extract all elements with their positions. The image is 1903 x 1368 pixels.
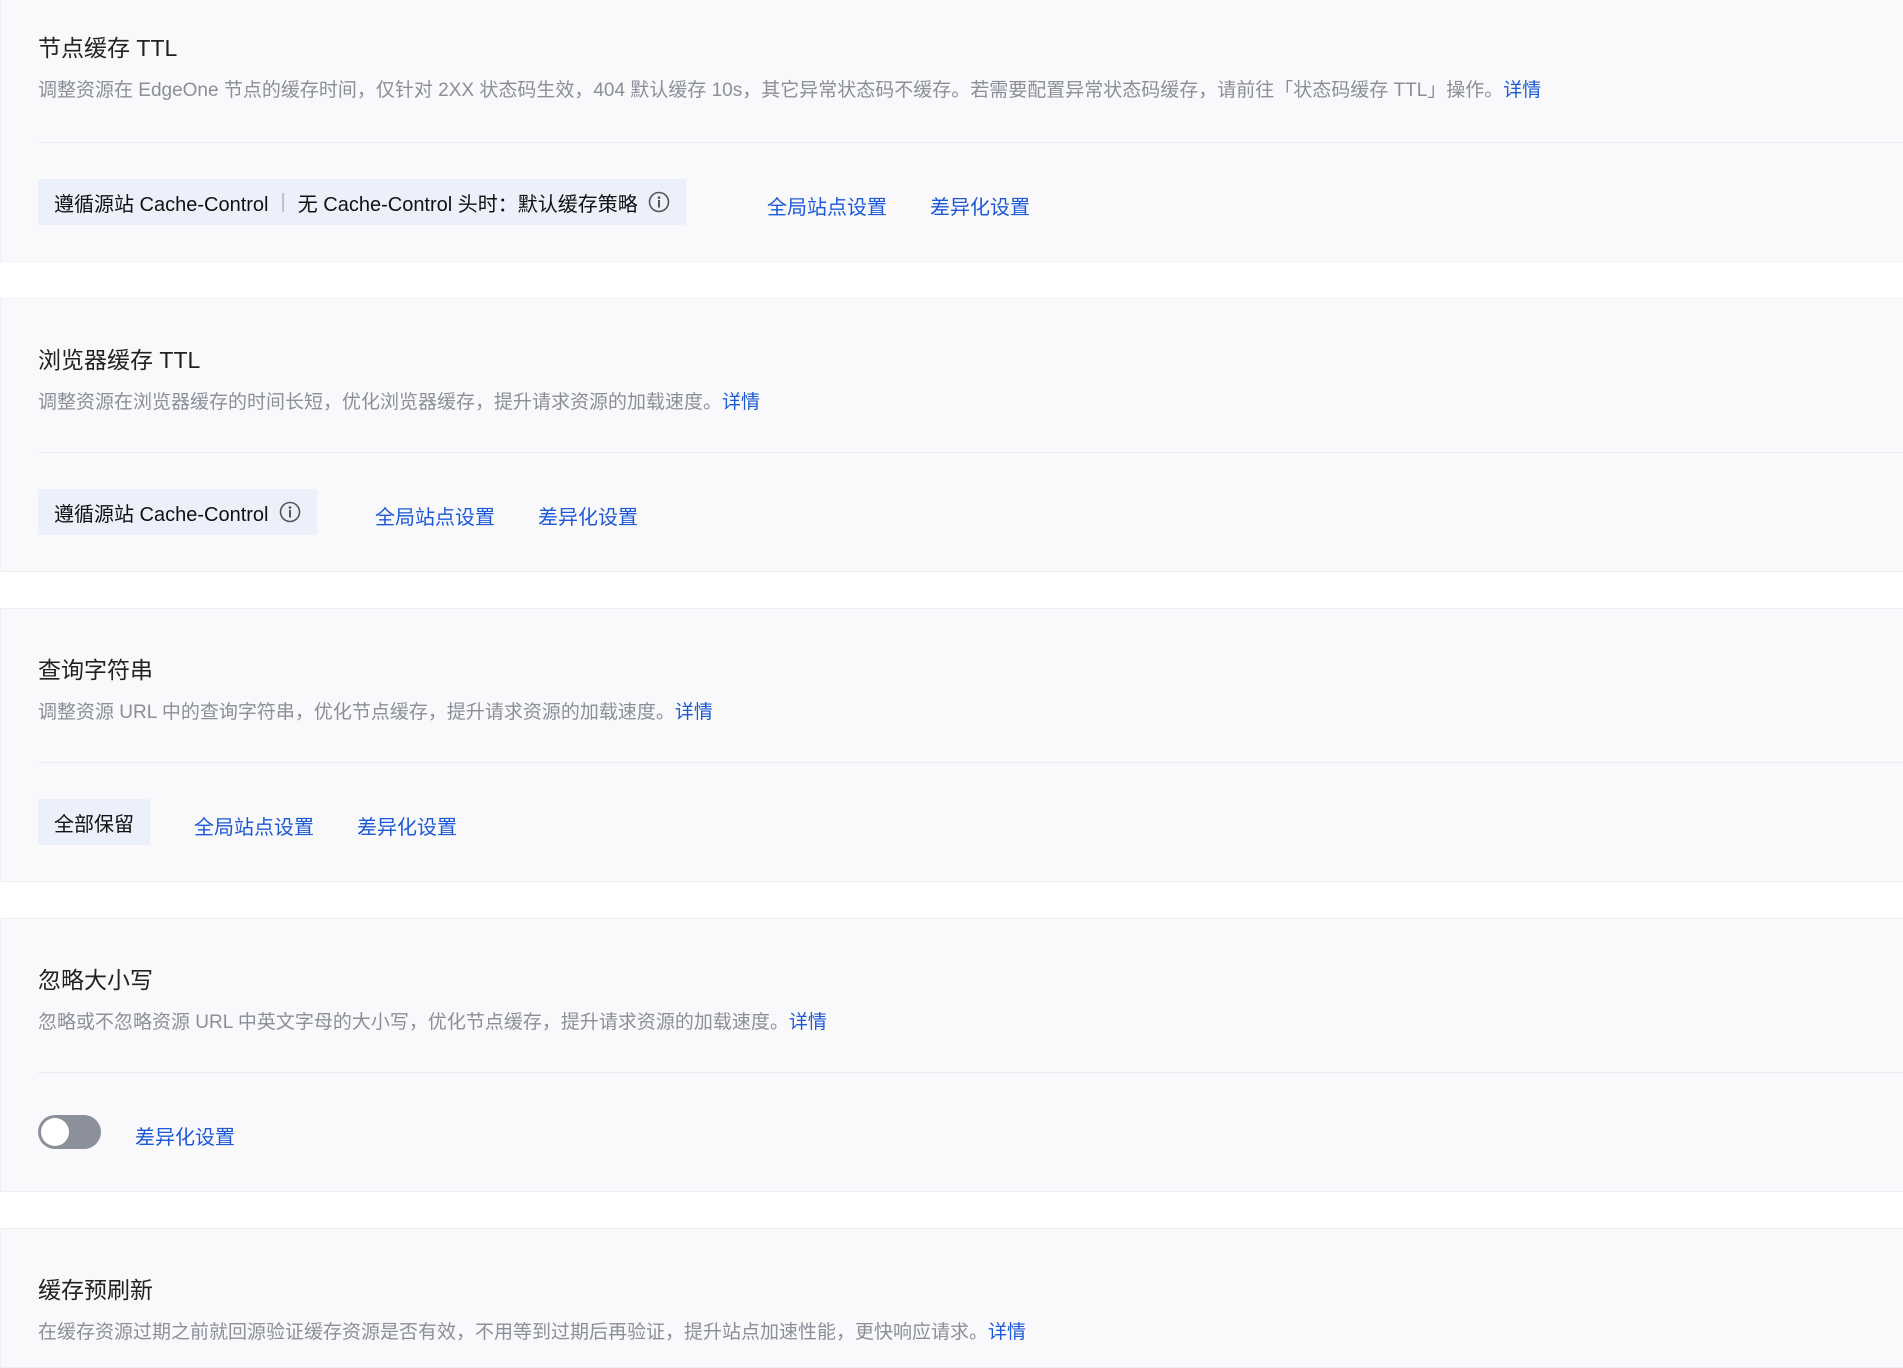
cache-prefresh-title: 缓存预刷新 xyxy=(38,1277,153,1303)
browser-cache-ttl-status-tag: 遵循源站 Cache-Control xyxy=(38,489,317,535)
node-cache-ttl-status-tag: 遵循源站 Cache-Control | 无 Cache-Control 头时：… xyxy=(38,179,686,225)
browser-cache-ttl-desc: 调整资源在浏览器缓存的时间长短，优化浏览器缓存，提升请求资源的加载速度。详情 xyxy=(38,387,760,414)
query-string-desc-text: 调整资源 URL 中的查询字符串，优化节点缓存，提升请求资源的加载速度。 xyxy=(38,702,675,723)
browser-cache-ttl-title: 浏览器缓存 TTL xyxy=(38,347,201,373)
node-cache-ttl-tag-main: 遵循源站 Cache-Control xyxy=(54,193,269,216)
node-cache-ttl-desc-text: 调整资源在 EdgeOne 节点的缓存时间，仅针对 2XX 状态码生效，404 … xyxy=(38,80,1504,101)
ignore-case-title: 忽略大小写 xyxy=(38,967,153,993)
divider xyxy=(38,142,1903,143)
query-string-detail-link[interactable]: 详情 xyxy=(675,702,713,723)
query-string-desc: 调整资源 URL 中的查询字符串，优化节点缓存，提升请求资源的加载速度。详情 xyxy=(38,697,713,724)
browser-cache-ttl-desc-text: 调整资源在浏览器缓存的时间长短，优化浏览器缓存，提升请求资源的加载速度。 xyxy=(38,392,723,413)
divider xyxy=(38,762,1903,763)
browser-cache-ttl-diff-settings-link[interactable]: 差异化设置 xyxy=(538,501,638,530)
browser-cache-ttl-global-settings-link[interactable]: 全局站点设置 xyxy=(375,501,495,530)
node-cache-ttl-tag-extra: 无 Cache-Control 头时：默认缓存策略 xyxy=(297,193,638,216)
cache-prefresh-desc: 在缓存资源过期之前就回源验证缓存资源是否有效，不用等到过期后再验证，提升站点加速… xyxy=(38,1317,1026,1344)
query-string-tag-main: 全部保留 xyxy=(54,813,134,836)
node-cache-ttl-global-settings-link[interactable]: 全局站点设置 xyxy=(767,191,887,220)
browser-cache-ttl-tag-main: 遵循源站 Cache-Control xyxy=(54,503,269,526)
query-string-diff-settings-link[interactable]: 差异化设置 xyxy=(357,811,457,840)
ignore-case-desc-text: 忽略或不忽略资源 URL 中英文字母的大小写，优化节点缓存，提升请求资源的加载速… xyxy=(38,1012,789,1033)
ignore-case-diff-settings-link[interactable]: 差异化设置 xyxy=(135,1121,235,1150)
cache-prefresh-card: 缓存预刷新 在缓存资源过期之前就回源验证缓存资源是否有效，不用等到过期后再验证，… xyxy=(0,1228,1903,1368)
node-cache-ttl-desc: 调整资源在 EdgeOne 节点的缓存时间，仅针对 2XX 状态码生效，404 … xyxy=(38,75,1541,102)
cache-prefresh-desc-text: 在缓存资源过期之前就回源验证缓存资源是否有效，不用等到过期后再验证，提升站点加速… xyxy=(38,1322,989,1343)
cache-prefresh-detail-link[interactable]: 详情 xyxy=(988,1322,1026,1343)
ignore-case-detail-link[interactable]: 详情 xyxy=(789,1012,827,1033)
info-circle-icon[interactable] xyxy=(648,191,670,213)
browser-cache-ttl-card: 浏览器缓存 TTL 调整资源在浏览器缓存的时间长短，优化浏览器缓存，提升请求资源… xyxy=(0,298,1903,572)
browser-cache-ttl-detail-link[interactable]: 详情 xyxy=(722,392,760,413)
query-string-title: 查询字符串 xyxy=(38,657,153,683)
node-cache-ttl-card: 节点缓存 TTL 调整资源在 EdgeOne 节点的缓存时间，仅针对 2XX 状… xyxy=(0,0,1903,262)
tag-separator: | xyxy=(280,190,286,213)
query-string-status-tag: 全部保留 xyxy=(38,799,150,845)
node-cache-ttl-title: 节点缓存 TTL xyxy=(38,35,178,61)
divider xyxy=(38,452,1903,453)
divider xyxy=(38,1072,1903,1073)
query-string-card: 查询字符串 调整资源 URL 中的查询字符串，优化节点缓存，提升请求资源的加载速… xyxy=(0,608,1903,882)
toggle-knob xyxy=(41,1118,69,1146)
node-cache-ttl-detail-link[interactable]: 详情 xyxy=(1503,80,1541,101)
ignore-case-toggle[interactable] xyxy=(38,1115,101,1149)
info-circle-icon[interactable] xyxy=(279,501,301,523)
query-string-global-settings-link[interactable]: 全局站点设置 xyxy=(194,811,314,840)
node-cache-ttl-diff-settings-link[interactable]: 差异化设置 xyxy=(930,191,1030,220)
ignore-case-card: 忽略大小写 忽略或不忽略资源 URL 中英文字母的大小写，优化节点缓存，提升请求… xyxy=(0,918,1903,1192)
ignore-case-desc: 忽略或不忽略资源 URL 中英文字母的大小写，优化节点缓存，提升请求资源的加载速… xyxy=(38,1007,827,1034)
